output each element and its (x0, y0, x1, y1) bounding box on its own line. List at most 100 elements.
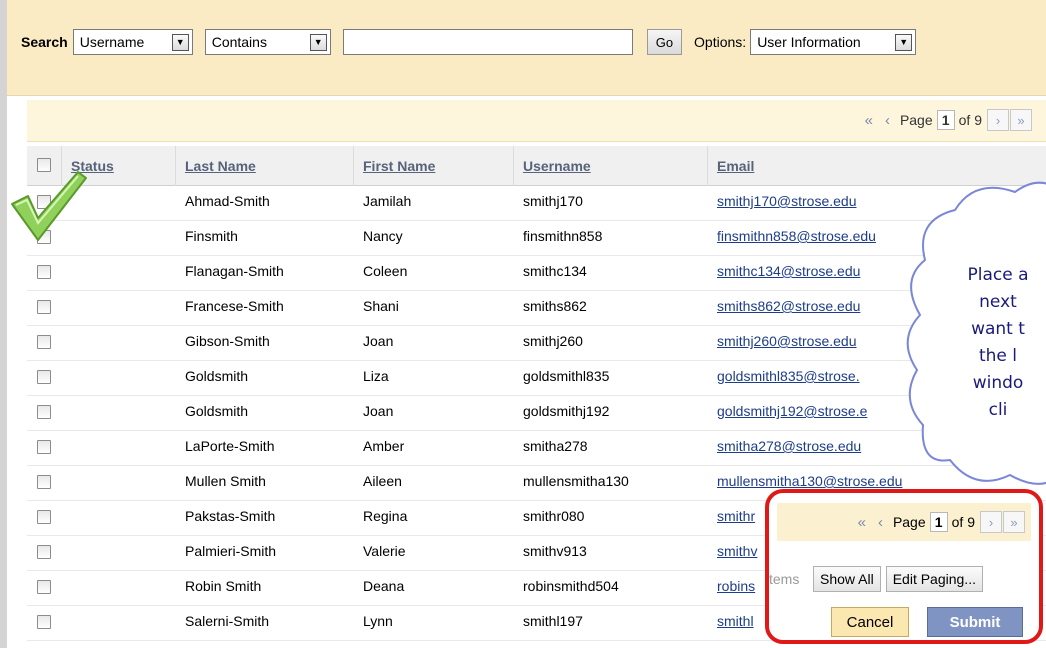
header-username[interactable]: Username (523, 158, 591, 174)
email-link[interactable]: goldsmithj192@strose.e (717, 403, 867, 419)
column-divider (353, 146, 354, 186)
row-checkbox[interactable] (37, 405, 51, 419)
row-checkbox[interactable] (37, 545, 51, 559)
prev-page-icon[interactable]: ‹ (878, 514, 883, 531)
last-name-cell: Goldsmith (185, 403, 249, 419)
column-divider (175, 146, 176, 186)
column-divider (513, 146, 514, 186)
email-link[interactable]: mullensmitha130@strose.edu (717, 473, 902, 489)
username-cell: goldsmithj192 (523, 403, 610, 419)
options-label: Options: (694, 34, 747, 50)
row-checkbox[interactable] (37, 265, 51, 279)
show-all-button[interactable]: Show All (813, 566, 881, 592)
row-checkbox[interactable] (37, 300, 51, 314)
last-name-cell: Salerni-Smith (185, 613, 270, 629)
page-label: Page (899, 112, 933, 128)
last-name-cell: Palmieri-Smith (185, 543, 277, 559)
row-checkbox[interactable] (37, 335, 51, 349)
email-link[interactable]: smithr (717, 508, 755, 524)
callout-text: Place a next want t the l windo cli (918, 262, 1046, 424)
last-name-cell: Flanagan-Smith (185, 263, 284, 279)
row-checkbox[interactable] (37, 580, 51, 594)
last-name-cell: Pakstas-Smith (185, 508, 276, 524)
email-link[interactable]: smithl (717, 613, 754, 629)
search-field-value: Username (79, 34, 145, 50)
email-link[interactable]: goldsmithl835@strose. (717, 368, 860, 384)
chevron-down-icon[interactable]: ▼ (171, 33, 189, 51)
last-name-cell: Francese-Smith (185, 298, 284, 314)
row-checkbox[interactable] (37, 510, 51, 524)
options-value: User Information (757, 34, 861, 50)
page-label: Page (892, 514, 926, 530)
cancel-button[interactable]: Cancel (831, 607, 909, 637)
callout-line: want t (971, 319, 1025, 339)
items-label: tems (769, 571, 800, 587)
email-link[interactable]: smiths862@strose.edu (717, 298, 860, 314)
username-cell: smithl197 (523, 613, 583, 629)
username-cell: smitha278 (523, 438, 588, 454)
go-button[interactable]: Go (646, 29, 683, 55)
username-cell: robinsmithd504 (523, 578, 619, 594)
chevron-down-icon[interactable]: ▼ (895, 33, 913, 51)
pager: « ‹ Page 1 of 9 › » (859, 109, 1032, 131)
first-name-cell: Jamilah (363, 193, 412, 209)
table-row: Francese-Smith Shani smiths862 smiths862… (27, 291, 1046, 326)
edit-paging-button[interactable]: Edit Paging... (885, 566, 983, 592)
page-of-label: of 9 (951, 514, 975, 530)
row-checkbox[interactable] (37, 475, 51, 489)
email-link[interactable]: smitha278@strose.edu (717, 438, 861, 454)
last-name-cell: Goldsmith (185, 368, 249, 384)
header-last-name[interactable]: Last Name (185, 158, 256, 174)
row-checkbox[interactable] (37, 370, 51, 384)
last-name-cell: Gibson-Smith (185, 333, 270, 349)
row-checkbox[interactable] (37, 440, 51, 454)
email-link[interactable]: smithv (717, 543, 757, 559)
page-number-input[interactable]: 1 (936, 110, 955, 130)
first-name-cell: Joan (363, 403, 394, 419)
options-select[interactable]: User Information ▼ (750, 29, 917, 55)
next-page-button[interactable]: › (980, 511, 1002, 533)
username-cell: smithj260 (523, 333, 583, 349)
first-page-icon[interactable]: « (865, 112, 873, 129)
username-cell: smithj170 (523, 193, 583, 209)
email-link[interactable]: smithj260@strose.edu (717, 333, 857, 349)
table-row: Flanagan-Smith Coleen smithc134 smithc13… (27, 256, 1046, 291)
chevron-down-icon[interactable]: ▼ (309, 33, 327, 51)
search-operator-select[interactable]: Contains ▼ (204, 29, 331, 55)
last-name-cell: Mullen Smith (185, 473, 266, 489)
column-divider (707, 146, 708, 186)
last-page-button[interactable]: » (1003, 511, 1025, 533)
email-link[interactable]: smithc134@strose.edu (717, 263, 860, 279)
first-name-cell: Lynn (363, 613, 393, 629)
email-link[interactable]: robins (717, 578, 755, 594)
first-name-cell: Shani (363, 298, 399, 314)
username-cell: smithr080 (523, 508, 585, 524)
submit-button[interactable]: Submit (927, 607, 1023, 637)
first-name-cell: Aileen (363, 473, 402, 489)
next-page-button[interactable]: › (987, 109, 1009, 131)
search-field-select[interactable]: Username ▼ (72, 29, 193, 55)
prev-page-icon[interactable]: ‹ (885, 112, 890, 129)
header-email[interactable]: Email (717, 158, 754, 174)
username-cell: smithv913 (523, 543, 587, 559)
email-link[interactable]: finsmithn858@strose.edu (717, 228, 876, 244)
table-row: Goldsmith Joan goldsmithj192 goldsmithj1… (27, 396, 1046, 431)
left-border (0, 0, 7, 648)
table-row: Finsmith Nancy finsmithn858 finsmithn858… (27, 221, 1046, 256)
callout-line: next (979, 292, 1017, 312)
search-bar: Search Username ▼ Contains ▼ Go Options:… (7, 0, 1046, 96)
page-of-label: of 9 (958, 112, 982, 128)
last-page-button[interactable]: » (1010, 109, 1032, 131)
callout-line: windo (972, 373, 1024, 393)
first-name-cell: Joan (363, 333, 394, 349)
first-page-icon[interactable]: « (858, 514, 866, 531)
search-input[interactable] (342, 29, 633, 55)
email-link[interactable]: smithj170@strose.edu (717, 193, 857, 209)
first-name-cell: Deana (363, 578, 405, 594)
row-checkbox[interactable] (37, 615, 51, 629)
header-first-name[interactable]: First Name (363, 158, 435, 174)
page-number-input[interactable]: 1 (929, 512, 948, 532)
first-name-cell: Nancy (363, 228, 403, 244)
table-row: Gibson-Smith Joan smithj260 smithj260@st… (27, 326, 1046, 361)
highlighted-paging-panel: « ‹ Page 1 of 9 › » tems Show All Edit P… (765, 489, 1043, 644)
